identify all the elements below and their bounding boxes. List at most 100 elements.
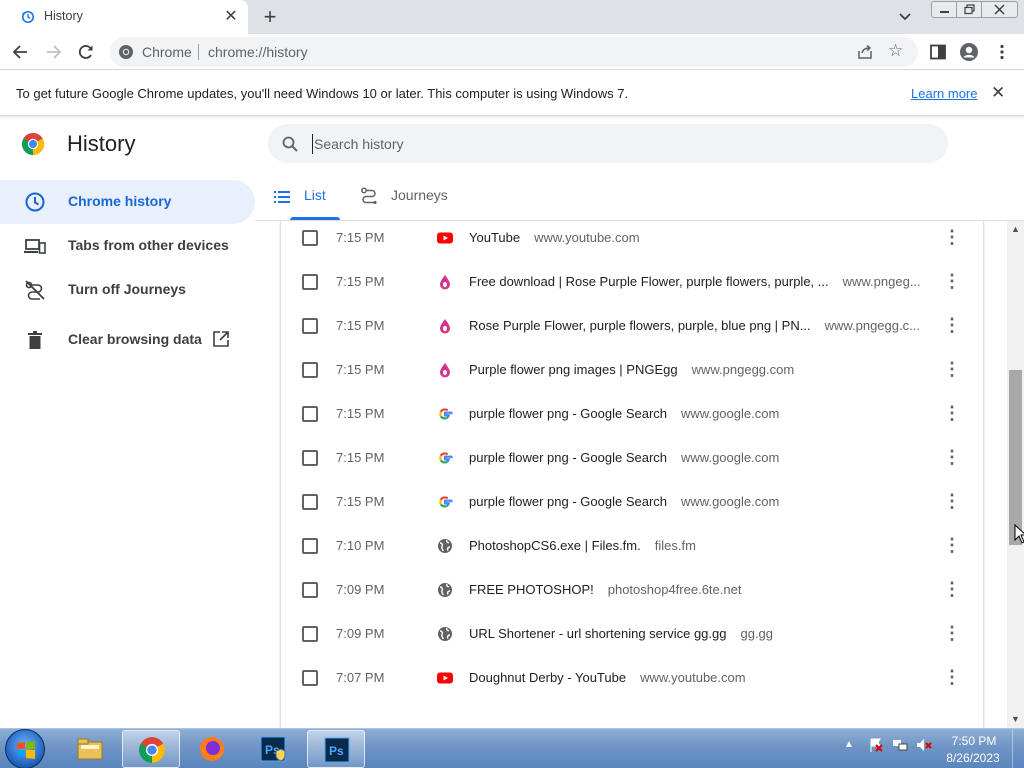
taskbar-explorer[interactable]	[61, 730, 119, 768]
history-row[interactable]: 7:15 PM purple flower png - Google Search…	[281, 435, 983, 479]
new-tab-button[interactable]: +	[260, 6, 280, 28]
restore-button[interactable]	[957, 2, 982, 17]
row-more-actions-icon[interactable]: ⋮	[943, 668, 961, 686]
window-controls	[931, 1, 1018, 18]
history-row[interactable]: 7:15 PM YouTube www.youtube.com ⋮	[281, 221, 983, 259]
taskbar-photoshop[interactable]: Ps	[307, 730, 365, 768]
minimize-button[interactable]	[932, 2, 957, 17]
page-title: History	[67, 131, 136, 156]
history-row[interactable]: 7:15 PM purple flower png - Google Search…	[281, 391, 983, 435]
tab-search-chevron-icon[interactable]	[896, 9, 914, 25]
scroll-up-arrow-icon[interactable]: ▲	[1007, 221, 1024, 238]
google-icon	[439, 408, 453, 420]
tab-title: History	[44, 9, 83, 23]
row-checkbox[interactable]	[302, 406, 318, 422]
profile-avatar-icon[interactable]	[959, 42, 979, 62]
row-checkbox[interactable]	[302, 670, 318, 686]
back-arrow-icon[interactable]	[11, 42, 31, 62]
side-panel-icon[interactable]	[928, 42, 948, 62]
history-row[interactable]: 7:07 PM Doughnut Derby - YouTube www.youtu…	[281, 655, 983, 699]
network-icon[interactable]	[892, 737, 908, 753]
sidebar-item-turn-off-journeys[interactable]: Turn off Journeys	[0, 268, 255, 312]
row-more-actions-icon[interactable]: ⋮	[943, 228, 961, 246]
search-history-box[interactable]	[268, 124, 948, 163]
row-title: purple flower png - Google Search	[469, 406, 668, 421]
learn-more-link[interactable]: Learn more	[911, 86, 977, 101]
row-entry-link[interactable]: Free download | Rose Purple Flower, purp…	[469, 274, 929, 289]
row-domain: www.pngegg.com	[691, 362, 795, 377]
row-more-actions-icon[interactable]: ⋮	[943, 536, 961, 554]
history-row[interactable]: 7:15 PM Rose Purple Flower, purple flower…	[281, 303, 983, 347]
row-entry-link[interactable]: purple flower png - Google Search www.goo…	[469, 450, 929, 465]
row-more-actions-icon[interactable]: ⋮	[943, 624, 961, 642]
row-title: Doughnut Derby - YouTube	[469, 670, 627, 685]
bookmark-star-icon[interactable]: ☆	[888, 41, 903, 61]
row-more-actions-icon[interactable]: ⋮	[943, 360, 961, 378]
row-time: 7:15 PM	[336, 318, 385, 333]
row-entry-link[interactable]: Purple flower png images | PNGEgg www.png…	[469, 362, 929, 377]
row-checkbox[interactable]	[302, 538, 318, 554]
windows-logo-icon	[17, 741, 35, 759]
forward-arrow-icon[interactable]	[43, 42, 63, 62]
tab-journeys-label: Journeys	[391, 187, 448, 203]
row-checkbox[interactable]	[302, 494, 318, 510]
chrome-site-icon	[119, 45, 133, 59]
tab-close-icon[interactable]: ✕	[222, 8, 240, 26]
row-entry-link[interactable]: purple flower png - Google Search www.goo…	[469, 494, 929, 509]
clock-time[interactable]: 7:50 PM	[946, 734, 1002, 748]
row-entry-link[interactable]: FREE PHOTOSHOP! photoshop4free.6te.net	[469, 582, 929, 597]
reload-icon[interactable]	[76, 42, 96, 62]
row-domain: www.pngegg.c...	[824, 318, 920, 333]
clock-date[interactable]: 8/26/2023	[940, 751, 1006, 765]
row-checkbox[interactable]	[302, 626, 318, 642]
share-icon[interactable]	[856, 43, 874, 61]
taskbar-photoshop-installer[interactable]: Ps	[244, 730, 302, 768]
history-row[interactable]: 7:15 PM Free download | Rose Purple Flowe…	[281, 259, 983, 303]
show-desktop-button[interactable]	[1012, 729, 1024, 768]
sidebar-item-chrome-history[interactable]: Chrome history	[0, 180, 255, 224]
scrollbar-thumb[interactable]	[1009, 370, 1022, 545]
page-scrollbar[interactable]: ▲ ▼	[1007, 221, 1024, 728]
row-more-actions-icon[interactable]: ⋮	[943, 316, 961, 334]
row-entry-link[interactable]: Rose Purple Flower, purple flowers, purp…	[469, 318, 929, 333]
history-row[interactable]: 7:09 PM FREE PHOTOSHOP! photoshop4free.6te…	[281, 567, 983, 611]
row-entry-link[interactable]: purple flower png - Google Search www.goo…	[469, 406, 929, 421]
taskbar-chrome[interactable]	[122, 730, 180, 768]
row-checkbox[interactable]	[302, 450, 318, 466]
row-checkbox[interactable]	[302, 318, 318, 334]
history-row[interactable]: 7:10 PM PhotoshopCS6.exe | Files.fm. files…	[281, 523, 983, 567]
row-more-actions-icon[interactable]: ⋮	[943, 448, 961, 466]
row-checkbox[interactable]	[302, 274, 318, 290]
row-checkbox[interactable]	[302, 230, 318, 246]
kebab-menu-icon[interactable]	[992, 42, 1012, 62]
row-entry-link[interactable]: YouTube www.youtube.com	[469, 230, 929, 245]
row-more-actions-icon[interactable]: ⋮	[943, 492, 961, 510]
address-bar[interactable]: Chrome chrome://history ☆	[110, 37, 918, 67]
action-center-flag-icon[interactable]	[868, 737, 884, 753]
row-checkbox[interactable]	[302, 362, 318, 378]
row-more-actions-icon[interactable]: ⋮	[943, 580, 961, 598]
volume-muted-icon[interactable]	[916, 737, 932, 753]
row-entry-link[interactable]: Doughnut Derby - YouTube www.youtube.com	[469, 670, 929, 685]
taskbar-firefox[interactable]	[183, 730, 241, 768]
row-more-actions-icon[interactable]: ⋮	[943, 404, 961, 422]
history-row[interactable]: 7:15 PM purple flower png - Google Search…	[281, 479, 983, 523]
history-row[interactable]: 7:15 PM Purple flower png images | PNGEgg…	[281, 347, 983, 391]
close-window-button[interactable]	[982, 2, 1017, 17]
row-more-actions-icon[interactable]: ⋮	[943, 272, 961, 290]
history-row[interactable]: 7:09 PM URL Shortener - url shortening se…	[281, 611, 983, 655]
row-entry-link[interactable]: PhotoshopCS6.exe | Files.fm. files.fm	[469, 538, 929, 553]
browser-tab-history[interactable]: History ✕	[0, 0, 248, 34]
start-button[interactable]	[5, 729, 45, 768]
show-hidden-icons-icon[interactable]: ▲	[844, 739, 860, 755]
row-entry-link[interactable]: URL Shortener - url shortening service g…	[469, 626, 929, 641]
sidebar-item-clear-browsing-data[interactable]: Clear browsing data	[0, 318, 255, 362]
search-input[interactable]	[312, 134, 912, 154]
sidebar-item-tabs-from-other-devices[interactable]: Tabs from other devices	[0, 224, 255, 268]
url-text[interactable]: chrome://history	[208, 44, 308, 60]
infobar-close-icon[interactable]: ✕	[991, 83, 1005, 103]
scroll-down-arrow-icon[interactable]: ▼	[1007, 711, 1024, 728]
row-title: YouTube	[469, 230, 521, 245]
row-checkbox[interactable]	[302, 582, 318, 598]
row-domain: files.fm	[654, 538, 696, 553]
